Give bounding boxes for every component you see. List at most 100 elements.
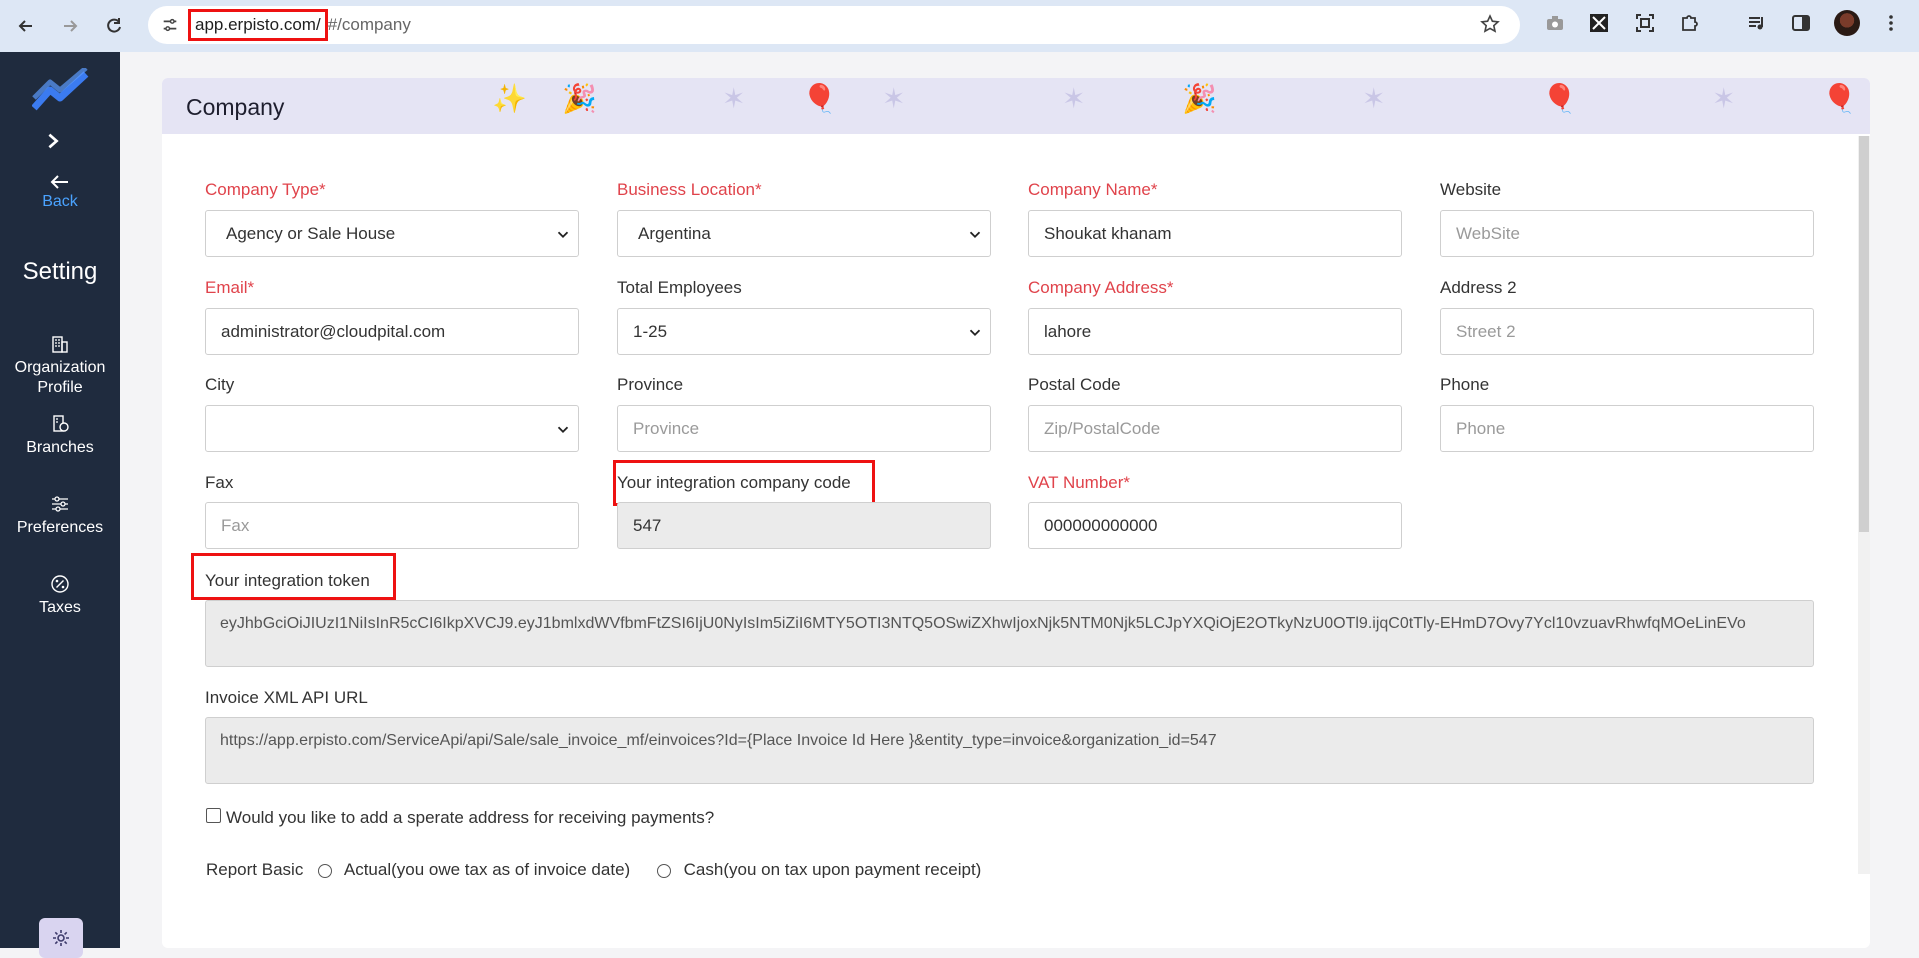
sidebar-item-label: Branches (26, 439, 94, 456)
extensions-puzzle-icon[interactable] (1677, 10, 1703, 36)
total-employees-select[interactable]: 1-25 (617, 308, 991, 355)
business-location-select[interactable]: Argentina (617, 210, 991, 257)
report-basis-actual-label: Actual(you owe tax as of invoice date) (343, 860, 631, 878)
media-queue-icon[interactable] (1744, 10, 1770, 36)
card-header: ✨ 🎉 ✶ 🎈 ✶ ✶ 🎉 ✶ 🎈 ✶ 🎈 Company (162, 78, 1870, 134)
report-basis-cash-radio[interactable] (656, 863, 671, 878)
building-icon (52, 336, 68, 353)
address2-label: Address 2 (1440, 278, 1517, 297)
company-type-select[interactable]: Agency or Sale House (205, 210, 579, 257)
company-name-input[interactable]: Shoukat khanam (1028, 210, 1402, 257)
decoration-icon: 🎈 (1822, 83, 1857, 114)
integration-token-textarea: eyJhbGciOiJIUzI1NiIsInR5cCI6IkpXVCJ9.eyJ… (205, 600, 1814, 667)
back-arrow-icon (0, 174, 120, 193)
province-input[interactable]: Province (617, 405, 991, 452)
url-host: app.erpisto.com/ (188, 9, 328, 41)
chevron-down-icon (557, 231, 569, 238)
fax-input[interactable]: Fax (205, 502, 579, 549)
phone-input[interactable]: Phone (1440, 405, 1814, 452)
menu-dots-icon[interactable] (1878, 10, 1904, 36)
postal-code-input[interactable]: Zip/PostalCode (1028, 405, 1402, 452)
sidebar-title: Setting (22, 258, 98, 285)
decoration-icon: ✶ (1062, 83, 1086, 114)
phone-label: Phone (1440, 375, 1490, 394)
sliders-icon (52, 496, 68, 512)
invoice-xml-url-label: Invoice XML API URL (205, 688, 368, 707)
company-address-label: Company Address* (1028, 278, 1174, 297)
vat-number-label: VAT Number* (1028, 473, 1131, 492)
url-path: #/company (327, 15, 411, 34)
chevron-down-icon (969, 231, 981, 238)
chevron-down-icon (557, 426, 569, 433)
email-label: Email* (205, 278, 255, 297)
extension-x-icon[interactable] (1586, 10, 1612, 36)
city-label: City (205, 375, 235, 394)
fax-label: Fax (205, 473, 234, 492)
address2-input[interactable]: Street 2 (1440, 308, 1814, 355)
business-location-label: Business Location* (617, 180, 762, 199)
email-input[interactable]: administrator@cloudpital.com (205, 308, 579, 355)
invoice-xml-url-textarea: https://app.erpisto.com/ServiceApi/api/S… (205, 717, 1814, 784)
forward-arrow-icon[interactable] (52, 8, 88, 44)
screenshot-icon[interactable] (1632, 10, 1658, 36)
separate-address-checkbox[interactable] (206, 808, 221, 823)
scrollbar-thumb[interactable] (1859, 136, 1869, 532)
decoration-icon: 🎉 (562, 83, 597, 114)
decoration-icon: 🎉 (1182, 83, 1217, 114)
website-input[interactable]: WebSite (1440, 210, 1814, 257)
company-type-label: Company Type* (205, 180, 326, 199)
back-link[interactable]: Back (0, 174, 120, 211)
sidebar-item-taxes[interactable]: Taxes (0, 574, 120, 618)
percent-icon (51, 575, 69, 593)
company-type-value: Agency or Sale House (226, 223, 396, 243)
city-select[interactable] (205, 405, 579, 452)
report-basis-row: Report Basic Actual(you owe tax as of in… (206, 860, 1106, 878)
app-logo (32, 68, 89, 111)
decoration-icon: ✶ (1712, 83, 1736, 114)
report-basis-cash-label: Cash(you on tax upon payment receipt) (683, 860, 982, 878)
total-employees-value: 1-25 (633, 321, 668, 341)
report-basis-actual-radio[interactable] (318, 863, 333, 878)
province-label: Province (617, 375, 684, 394)
sidebar-item-label: Preferences (16, 519, 104, 536)
separate-address-label: Would you like to add a sperate address … (226, 808, 715, 827)
sidebar-item-branches[interactable]: Branches (0, 414, 120, 458)
side-panel-icon[interactable] (1788, 10, 1814, 36)
decoration-icon: 🎈 (802, 83, 837, 114)
branches-icon (53, 415, 69, 432)
reload-icon[interactable] (96, 8, 132, 44)
expand-chevron-icon[interactable] (44, 132, 62, 156)
bookmark-star-icon[interactable] (1480, 14, 1502, 36)
decoration-icon: ✶ (1362, 83, 1386, 114)
gear-icon (53, 930, 69, 946)
integration-code-label: Your integration company code (617, 473, 851, 492)
decoration-icon: ✶ (722, 83, 746, 114)
settings-gear-button[interactable] (39, 918, 83, 958)
company-address-input[interactable]: lahore (1028, 308, 1402, 355)
chevron-down-icon (969, 329, 981, 336)
back-label: Back (42, 193, 78, 210)
browser-toolbar: app.erpisto.com/ #/company (0, 0, 1919, 52)
profile-avatar[interactable] (1834, 10, 1860, 36)
report-basis-label: Report Basic (206, 860, 304, 878)
business-location-value: Argentina (638, 223, 711, 243)
camera-icon[interactable] (1542, 10, 1568, 36)
sidebar-item-preferences[interactable]: Preferences (0, 494, 120, 538)
postal-code-label: Postal Code (1028, 375, 1121, 394)
integration-code-input: 547 (617, 502, 991, 549)
decoration-icon: ✶ (882, 83, 906, 114)
page-title: Company (186, 94, 285, 120)
vat-number-input[interactable]: 000000000000 (1028, 502, 1402, 549)
sidebar-item-label: Organization Profile (14, 359, 106, 396)
decoration-icon: 🎈 (1542, 83, 1577, 114)
website-label: Website (1440, 180, 1502, 199)
integration-token-label: Your integration token (205, 571, 370, 590)
scrollbar[interactable] (1858, 136, 1870, 874)
settings-sidebar: Back Setting Organization Profile Branch… (0, 52, 120, 958)
total-employees-label: Total Employees (617, 278, 742, 297)
address-bar[interactable]: app.erpisto.com/ #/company (148, 6, 1520, 44)
site-settings-icon[interactable] (158, 13, 182, 37)
sidebar-item-organization-profile[interactable]: Organization Profile (0, 334, 120, 398)
back-arrow-icon[interactable] (8, 8, 44, 44)
company-name-label: Company Name* (1028, 180, 1158, 199)
